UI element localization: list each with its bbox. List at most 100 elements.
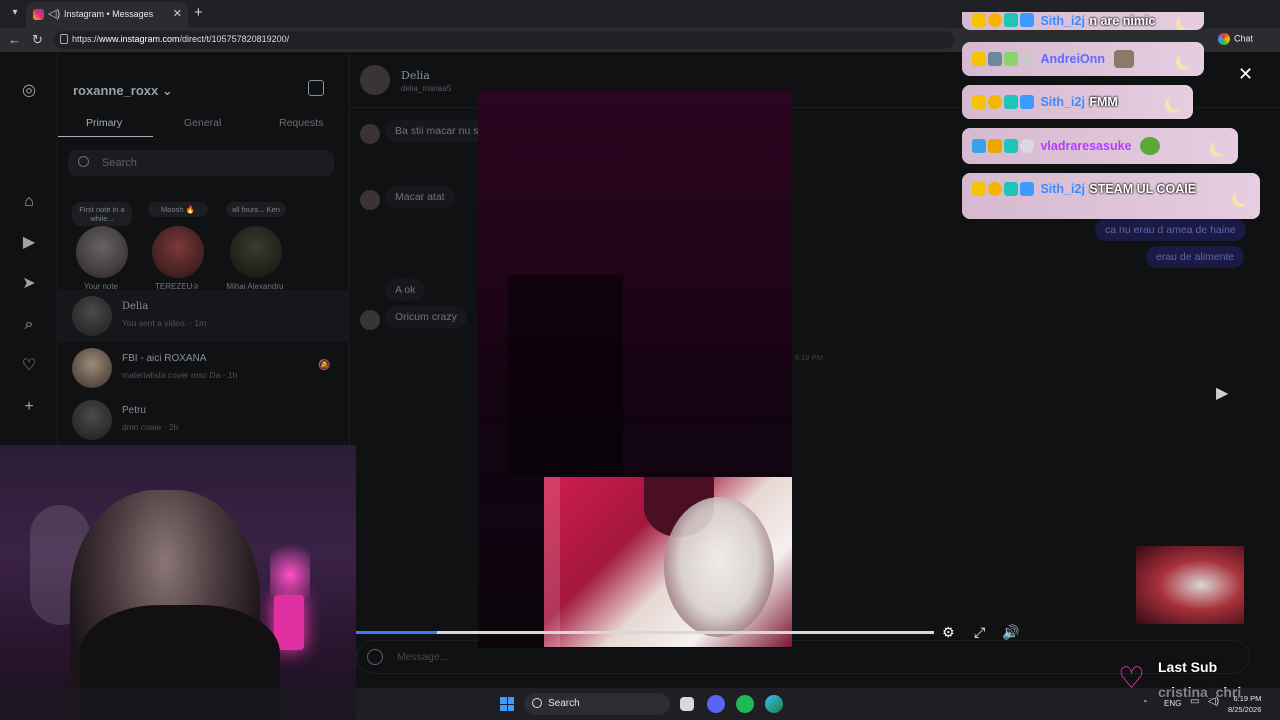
chat-username: vladraresasuke [1040,139,1132,153]
new-message-icon[interactable] [308,80,324,96]
new-tab-icon[interactable]: + [194,4,203,21]
search-icon [78,156,89,167]
thread-contact-handle: delia_manaa5 [401,84,452,93]
avatar [76,226,128,278]
moon-icon [1180,51,1196,67]
avatar [152,226,204,278]
moon-icon [1169,94,1185,110]
reels-icon[interactable]: ▶ [20,234,38,252]
tab-primary[interactable]: Primary [86,117,122,129]
close-viewer-icon[interactable]: ✕ [1238,64,1253,85]
back-icon[interactable]: ← [8,32,21,47]
badge-icon [1004,12,1018,27]
message-bubble: Oricum crazy [385,306,467,328]
video-thumbnail[interactable] [1136,546,1244,624]
speaker-icon[interactable]: ◁) [48,7,60,20]
message-bubble: Macar atat [385,186,455,208]
language-indicator[interactable]: ENG [1164,699,1181,708]
moon-icon [1180,13,1196,29]
thread-contact-name[interactable]: Delia [401,69,430,82]
conversation-item[interactable]: FBI - aici ROXANA materialista cover ros… [58,342,350,394]
account-username[interactable]: roxanne_roxx ⌄ [73,83,173,99]
settings-gear-icon[interactable]: ⚙ [942,624,955,641]
search-input[interactable]: Search [68,150,334,176]
stream-chat-message: Sith_i2j STEAM UL COAIE [962,173,1260,219]
instagram-logo-icon[interactable]: ◎ [20,82,38,100]
network-icon[interactable]: ▭ [1190,696,1199,707]
badge-icon [988,94,1002,109]
badge-icon [1004,138,1018,153]
badge-icon [972,12,986,27]
lock-icon [60,34,68,44]
emoji-icon[interactable] [367,649,383,665]
chat-username: Sith_i2j [1040,13,1085,28]
tab-list-chevron-icon[interactable]: ▾ [8,6,22,20]
tab-general[interactable]: General [184,117,221,129]
badge-icon [988,138,1002,153]
message-bubble: ca nu erau d amea de haine [1095,219,1246,241]
video-controls: ⚙ ⤢ 🔊 [356,622,1036,642]
badge-icon [1020,12,1034,27]
avatar [360,190,380,210]
chat-text: STEAM UL COAIE [1089,182,1197,196]
video-frame-shadow [508,275,623,475]
badge-icon [988,12,1002,27]
close-tab-icon[interactable]: ✕ [173,7,182,20]
badge-icon [972,94,986,109]
tab-title: Instagram • Messages [64,9,154,19]
badge-icon [972,181,986,196]
windows-start-icon[interactable] [500,697,514,711]
tray-chevron-icon[interactable]: ⌃ [1142,699,1149,708]
notifications-heart-icon[interactable]: ♡ [20,357,38,375]
badge-icon [1020,94,1034,109]
copilot-chat-button[interactable]: Chat [1218,33,1253,45]
video-progress-fill [356,631,437,634]
avatar [72,296,112,336]
url-field[interactable]: https://www.instagram.com/direct/t/10575… [54,31,954,49]
video-progress-bar[interactable] [356,631,934,634]
emote-icon [1113,50,1134,68]
avatar[interactable] [360,65,390,95]
home-icon[interactable]: ⌂ [20,193,38,211]
stream-chat-message: vladraresasuke [962,128,1238,164]
fullscreen-icon[interactable]: ⤢ [974,624,985,641]
badge-icon [1020,51,1034,66]
system-clock[interactable]: 6:19 PM 8/25/2026 [1228,693,1261,715]
chat-username: AndreiOnn [1040,52,1106,66]
instagram-favicon-icon [33,9,44,20]
chat-username: Sith_i2j [1040,182,1085,196]
badge-icon [988,181,1002,196]
badge-icon [988,51,1002,66]
volume-tray-icon[interactable]: ◁) [1208,696,1219,707]
badge-icon [1004,181,1018,196]
browser-tab[interactable]: ◁) Instagram • Messages ✕ [26,2,188,28]
moon-icon [1236,188,1252,204]
next-media-icon[interactable]: ▶ [1216,383,1228,403]
create-icon[interactable]: + [20,398,38,416]
edge-icon[interactable] [765,695,783,713]
reload-icon[interactable]: ↻ [32,32,43,48]
taskbar: Search ⌃ ENG ▭ ◁) 6:19 PM 8/25/2026 [0,688,1280,720]
taskbar-search[interactable]: Search [524,693,670,715]
badge-icon [972,51,986,66]
avatar [230,226,282,278]
badge-icon [1020,181,1034,196]
volume-icon[interactable]: 🔊 [1002,624,1019,641]
discord-icon[interactable] [707,695,725,713]
conversation-item[interactable]: Petru dmn coaie · 2h [58,394,350,446]
conversation-item[interactable]: Delia You sent a video. · 1m [58,290,350,342]
chat-text: FMM [1089,95,1118,109]
spotify-icon[interactable] [736,695,754,713]
webcam-feed [0,445,356,720]
search-icon[interactable]: ⌕ [20,316,38,334]
task-view-icon[interactable] [680,697,694,711]
url-text: https://www.instagram.com/direct/t/10575… [72,34,290,44]
moon-icon [1214,138,1230,154]
messages-icon[interactable]: ➤ [20,275,38,293]
last-sub-title: Last Sub [1158,659,1218,675]
badge-icon [1004,51,1018,66]
copilot-icon [1218,33,1230,45]
video-player[interactable] [478,90,792,648]
message-bubble: A ok [385,279,426,301]
tab-requests[interactable]: Requests [279,117,323,129]
